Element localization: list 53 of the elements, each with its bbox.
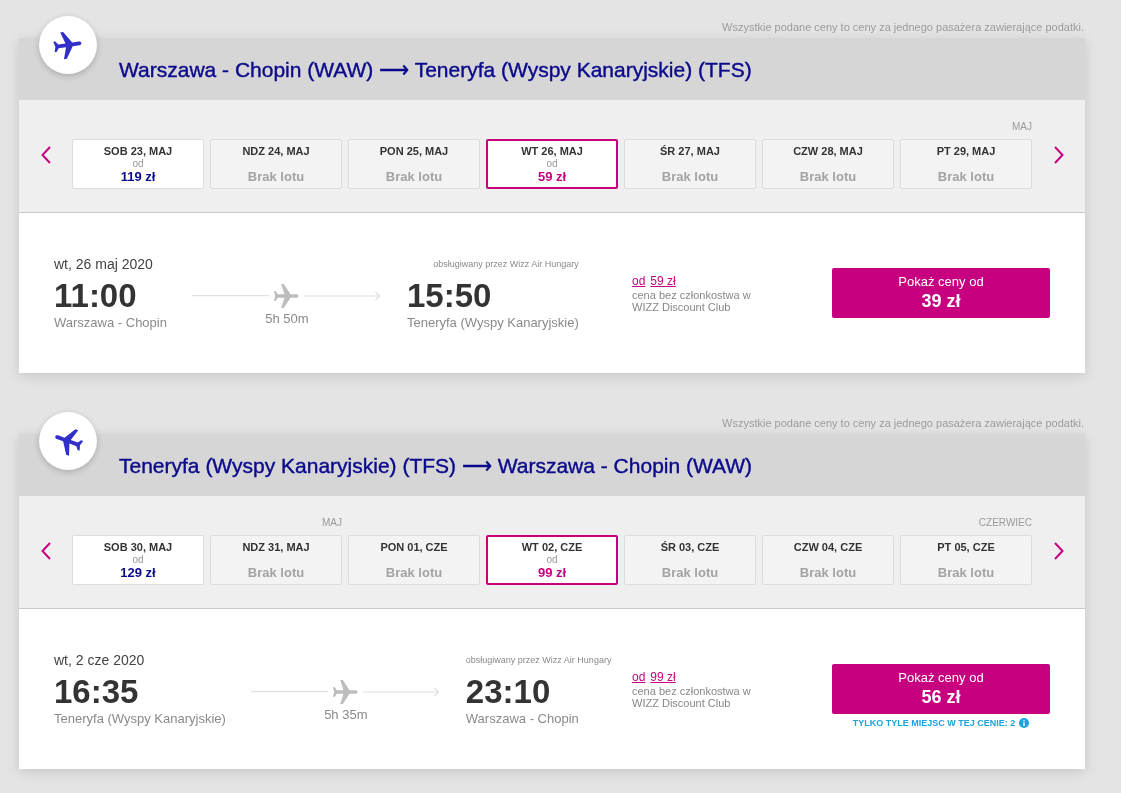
show-prices-button[interactable]: Pokaż ceny od 39 zł (832, 268, 1050, 318)
departure-airport: Warszawa - Chopin (54, 315, 167, 331)
month-label: CZERWIEC (978, 517, 1032, 528)
flight-duration: 5h 50m (265, 311, 309, 327)
flight-date: wt, 2 cze 2020 (54, 651, 145, 669)
arrival-time: 15:50 (406, 277, 492, 315)
airplane-icon (39, 412, 97, 470)
date-card[interactable]: PON 25, MAJ Brak lotu (348, 139, 480, 189)
arrival-airport: Teneryfa (Wyspy Kanaryjskie) (406, 315, 579, 331)
airplane-icon (332, 680, 360, 704)
operator-note: obsługiwany przez Wizz Air Hungary (465, 654, 612, 667)
regular-price-link[interactable]: 59 zł (650, 273, 676, 289)
seats-left-note: TYLKO TYLE MIEJSC W TEJ CENIE: 2 (852, 717, 1016, 729)
date-card[interactable]: PT 29, MAJ Brak lotu (900, 139, 1032, 189)
date-card[interactable]: WT 26, MAJ od 59 zł (486, 139, 618, 189)
membership-price-note: cena bez członkostwa w WIZZ Discount Club (632, 684, 752, 709)
show-prices-button[interactable]: Pokaż ceny od 56 zł (832, 664, 1050, 714)
date-card[interactable]: CZW 28, MAJ Brak lotu (762, 139, 894, 189)
date-card[interactable]: SOB 23, MAJ od 119 zł (72, 139, 204, 189)
date-card[interactable]: ŚR 03, CZE Brak lotu (624, 535, 756, 585)
date-card[interactable]: SOB 30, MAJ od 129 zł (72, 535, 204, 585)
month-label: MAJ (322, 517, 342, 528)
info-icon[interactable] (1019, 718, 1030, 728)
price-from-link[interactable]: od (632, 273, 646, 289)
flight-duration: 5h 35m (324, 707, 368, 723)
operator-note: obsługiwany przez Wizz Air Hungary (433, 258, 579, 271)
airplane-icon (39, 16, 97, 74)
date-card[interactable]: WT 02, CZE od 99 zł (486, 535, 618, 585)
departure-airport: Teneryfa (Wyspy Kanaryjskie) (54, 711, 226, 727)
date-card[interactable]: CZW 04, CZE Brak lotu (762, 535, 894, 585)
departure-time: 11:00 (54, 277, 137, 315)
date-card[interactable]: NDZ 24, MAJ Brak lotu (210, 139, 342, 189)
route-title: Teneryfa (Wyspy Kanaryjskie) (TFS) ⟶ Warszawa - Chopin (WAW) (119, 454, 753, 478)
chevron-left-icon (40, 146, 51, 164)
date-card[interactable]: ŚR 27, MAJ Brak lotu (624, 139, 756, 189)
airplane-icon (273, 284, 301, 308)
date-card[interactable]: PT 05, CZE Brak lotu (900, 535, 1032, 585)
price-note: Wszystkie podane ceny to ceny za jednego pasażera zawierające podatki. (721, 416, 1085, 431)
date-card[interactable]: PON 01, CZE Brak lotu (348, 535, 480, 585)
membership-price-note: cena bez członkostwa w WIZZ Discount Club (632, 288, 752, 313)
arrival-airport: Warszawa - Chopin (465, 711, 579, 727)
arrival-time: 23:10 (465, 673, 551, 711)
month-label: MAJ (1012, 121, 1032, 132)
price-note: Wszystkie podane ceny to ceny za jednego pasażera zawierające podatki. (721, 20, 1085, 35)
route-title: Warszawa - Chopin (WAW) ⟶ Teneryfa (Wyspy Kanaryjskie) (TFS) (119, 58, 752, 82)
chevron-left-icon (40, 542, 51, 560)
regular-price-link[interactable]: 99 zł (650, 669, 676, 685)
departure-time: 16:35 (54, 673, 139, 711)
price-from-link[interactable]: od (632, 669, 646, 685)
chevron-right-icon (1053, 146, 1064, 164)
flight-date: wt, 26 maj 2020 (54, 255, 153, 273)
date-card[interactable]: NDZ 31, MAJ Brak lotu (210, 535, 342, 585)
chevron-right-icon (1053, 542, 1064, 560)
